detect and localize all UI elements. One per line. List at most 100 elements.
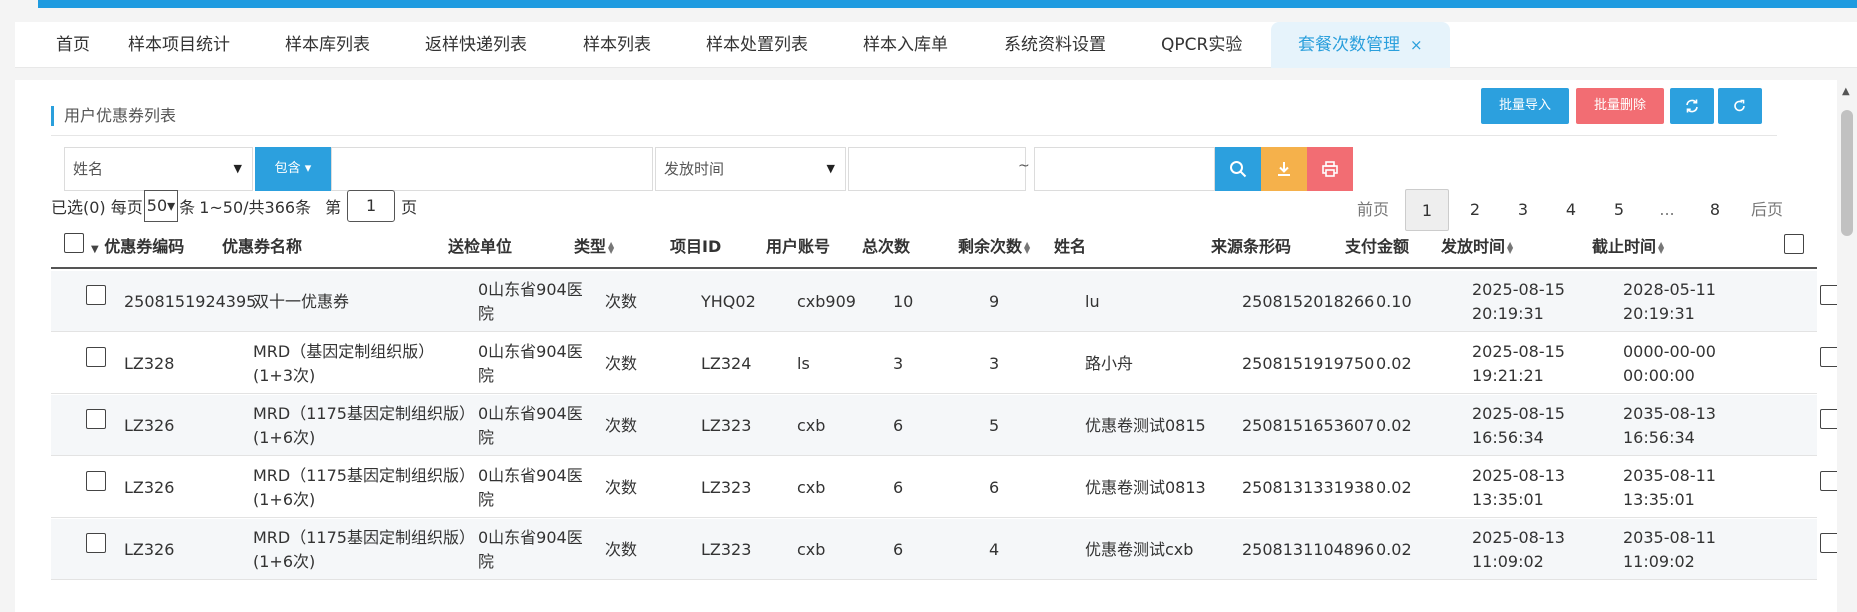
cell-project-id: LZ324 [701, 353, 752, 373]
batch-import-button[interactable]: 批量导入 [1481, 88, 1569, 124]
cell-unit: 0山东省904医院 [478, 279, 583, 323]
cell-amount: 0.02 [1376, 353, 1412, 373]
table-row[interactable]: LZ326 MRD（1175基因定制组织版）(1+6次) 0山东省904医院 次… [51, 519, 1840, 580]
sort-icon: ▲ ▼ [608, 239, 615, 255]
row-checkbox[interactable] [86, 285, 106, 305]
table-header: ▼ 优惠券编码 优惠券名称 送检单位 类型 ▲ ▼ 项目ID 用户账号 总次数 剩余… [51, 225, 1817, 269]
date-from-input[interactable] [848, 147, 1026, 191]
cell-code: 2508151924395 [124, 291, 257, 311]
cell-total: 6 [893, 415, 904, 435]
col-type[interactable]: 类型 ▲ ▼ [574, 225, 616, 269]
issue-time: 16:56:34 [1472, 427, 1544, 447]
sort-down-icon: ▼ [91, 244, 99, 255]
keyword-input[interactable] [331, 147, 653, 191]
range-separator: ~ [1018, 158, 1030, 174]
cell-total: 6 [893, 477, 904, 497]
field-select-value: 姓名 [73, 160, 104, 178]
tab-package-count[interactable]: 套餐次数管理 × [1271, 22, 1450, 68]
cell-barcode: 2508131331938 [1242, 477, 1375, 497]
coupon-panel: 用户优惠券列表 批量导入 批量删除 姓名 ▼ 包含 ▾ 发放时间 ▼ ~ 已选(0)… [15, 80, 1857, 612]
cell-name: 双十一优惠券 [253, 291, 350, 311]
cell-person: 路小舟 [1085, 353, 1134, 373]
cell-expire-time: 0000-00-00 00:00:00 [1623, 333, 1716, 394]
cell-barcode: 2508131104896 [1242, 539, 1375, 559]
row-checkbox[interactable] [86, 409, 106, 429]
cell-person: 优惠卷测试0813 [1085, 477, 1206, 497]
col-expire-time[interactable]: 截止时间 ▲ ▼ [1592, 225, 1666, 269]
tab-sample-list[interactable]: 样本列表 [583, 22, 651, 68]
batch-delete-button[interactable]: 批量删除 [1576, 88, 1664, 124]
col-type-label: 类型 [574, 237, 607, 256]
select-all-right-checkbox[interactable] [1784, 234, 1804, 254]
search-button[interactable] [1215, 147, 1261, 191]
field-select[interactable]: 姓名 ▼ [64, 147, 253, 191]
table-row[interactable]: LZ326 MRD（1175基因定制组织版）(1+6次) 0山东省904医院 次… [51, 395, 1840, 456]
cell-amount: 0.02 [1376, 415, 1412, 435]
col-project-id: 项目ID [670, 237, 722, 256]
cell-name: MRD（1175基因定制组织版）(1+6次) [253, 403, 467, 447]
tab-return-express[interactable]: 返样快递列表 [425, 22, 527, 68]
table-row[interactable]: 2508151924395 双十一优惠券 0山东省904医院 次数 YHQ02 … [51, 271, 1840, 332]
col-remaining[interactable]: 剩余次数 ▲ ▼ [958, 225, 1032, 269]
tab-sample-storage[interactable]: 样本入库单 [863, 22, 948, 68]
col-unit: 送检单位 [448, 237, 513, 256]
page-input[interactable]: 1 [347, 190, 396, 222]
col-code[interactable]: ▼ 优惠券编码 [91, 225, 184, 269]
tab-qpcr[interactable]: QPCR实验 [1161, 22, 1242, 68]
download-button[interactable] [1261, 147, 1307, 191]
cell-type: 次数 [605, 477, 638, 497]
caret-down-icon: ▼ [826, 162, 835, 175]
row-checkbox[interactable] [86, 533, 106, 553]
per-page-select[interactable]: 50▾ [143, 190, 179, 222]
row-checkbox[interactable] [86, 347, 106, 367]
tab-sample-library[interactable]: 样本库列表 [285, 22, 370, 68]
cell-account: cxb [797, 415, 826, 435]
cell-unit: 0山东省904医院 [478, 341, 583, 385]
cell-code: LZ326 [124, 415, 175, 435]
per-page-value: 50 [146, 196, 168, 215]
date-to-input[interactable] [1034, 147, 1215, 191]
refresh-button[interactable] [1718, 88, 1762, 124]
caret-down-icon: ▼ [233, 162, 242, 175]
close-icon[interactable]: × [1410, 36, 1423, 54]
cell-project-id: LZ323 [701, 539, 752, 559]
print-button[interactable] [1307, 147, 1353, 191]
expire-time: 16:56:34 [1623, 427, 1695, 447]
col-amount: 支付金额 [1345, 237, 1410, 256]
cell-remaining: 3 [989, 353, 1000, 373]
cell-account: cxb [797, 477, 826, 497]
cell-person: 优惠卷测试0815 [1085, 415, 1206, 435]
scrollbar-thumb[interactable] [1841, 110, 1853, 236]
cell-code: LZ326 [124, 539, 175, 559]
cell-type: 次数 [605, 415, 638, 435]
tab-sample-project-stats[interactable]: 样本项目统计 [128, 22, 230, 68]
operator-button[interactable]: 包含 ▾ [255, 147, 331, 191]
sync-button[interactable] [1670, 88, 1714, 124]
time-field-select-value: 发放时间 [664, 160, 725, 178]
cell-total: 6 [893, 539, 904, 559]
table-row[interactable]: LZ328 MRD（基因定制组织版）(1+3次) 0山东省904医院 次数 LZ… [51, 333, 1840, 394]
pager-info: 已选(0) 每页 50▾ 条 1~50/共366条 第 1 页 [51, 190, 417, 222]
cell-project-id: LZ323 [701, 415, 752, 435]
print-icon [1322, 161, 1338, 177]
tab-home[interactable]: 首页 [56, 22, 90, 68]
col-issue-time[interactable]: 发放时间 ▲ ▼ [1441, 225, 1515, 269]
cell-issue-time: 2025-08-15 20:19:31 [1472, 271, 1565, 332]
cell-account: ls [797, 353, 810, 373]
cell-account: cxb909 [797, 291, 856, 311]
col-remaining-label: 剩余次数 [958, 237, 1023, 256]
page-prefix: 第 [325, 198, 342, 217]
row-checkbox[interactable] [86, 471, 106, 491]
top-accent-bar [38, 0, 1857, 8]
col-total: 总次数 [862, 237, 911, 256]
cell-account: cxb [797, 539, 826, 559]
cell-unit: 0山东省904医院 [478, 465, 583, 509]
table-row[interactable]: LZ326 MRD（1175基因定制组织版）(1+6次) 0山东省904医院 次… [51, 457, 1840, 518]
time-field-select[interactable]: 发放时间 ▼ [655, 147, 846, 191]
tab-sample-disposal[interactable]: 样本处置列表 [706, 22, 808, 68]
tab-system-settings[interactable]: 系统资料设置 [1004, 22, 1106, 68]
scroll-up-icon[interactable]: ▲ [1842, 86, 1850, 97]
cell-name: MRD（基因定制组织版）(1+3次) [253, 341, 435, 385]
expire-date: 2035-08-11 [1623, 465, 1716, 485]
select-all-checkbox[interactable] [64, 233, 84, 253]
